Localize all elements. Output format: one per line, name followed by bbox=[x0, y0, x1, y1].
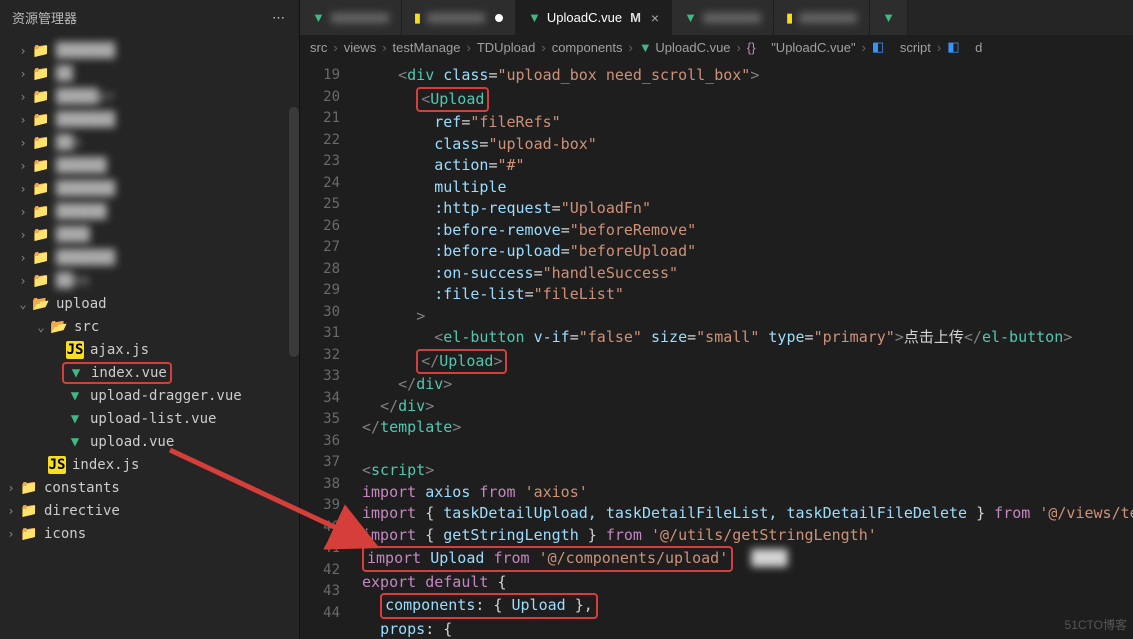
tree-folder[interactable]: ›📁███████ bbox=[0, 39, 299, 62]
tree-folder[interactable]: ›📁██████ bbox=[0, 200, 299, 223]
tab[interactable]: ▼ bbox=[672, 0, 774, 35]
tab[interactable]: ▮ bbox=[402, 0, 516, 35]
line-gutter: 19 20 21 22 23 24 25 26 27 28 29 30 31 3… bbox=[300, 65, 362, 639]
tree-folder[interactable]: ›📁████ bbox=[0, 223, 299, 246]
tree-file-upload[interactable]: ▼ upload.vue bbox=[0, 430, 299, 453]
tree-folder-upload[interactable]: ⌄📂 upload bbox=[0, 292, 299, 315]
tree-folder[interactable]: ›📁directive bbox=[0, 499, 299, 522]
tree-folder[interactable]: ›📁█████er bbox=[0, 85, 299, 108]
file-tree: ›📁███████ ›📁██ ›📁█████er ›📁███████ ›📁██n… bbox=[0, 35, 299, 639]
code-content[interactable]: <div class="upload_box need_scroll_box">… bbox=[362, 65, 1133, 639]
file-label: upload-dragger.vue bbox=[90, 388, 242, 404]
tab-active[interactable]: ▼ UploadC.vue M × bbox=[516, 0, 672, 35]
folder-label: upload bbox=[56, 296, 107, 312]
watermark: 51CTO博客 bbox=[1065, 616, 1127, 633]
tree-folder[interactable]: ›📁███████ bbox=[0, 246, 299, 269]
explorer-title: 资源管理器 bbox=[12, 8, 77, 27]
tree-folder[interactable]: ›📁██ee bbox=[0, 269, 299, 292]
vue-icon: ▼ bbox=[66, 410, 84, 428]
vue-icon: ▼ bbox=[67, 364, 85, 382]
tree-folder[interactable]: ›📁███████ bbox=[0, 108, 299, 131]
tree-file-list[interactable]: ▼ upload-list.vue bbox=[0, 407, 299, 430]
file-label: upload.vue bbox=[90, 434, 174, 450]
tree-folder-src[interactable]: ⌄📂 src bbox=[0, 315, 299, 338]
folder-label: src bbox=[74, 319, 99, 335]
tab[interactable]: ▼ bbox=[870, 0, 908, 35]
tab-bar: ▼ ▮ ▼ UploadC.vue M × ▼ ▮ ▼ bbox=[300, 0, 1133, 35]
tree-folder[interactable]: ›📁██ bbox=[0, 62, 299, 85]
modified-indicator: M bbox=[630, 10, 641, 25]
tree-file-indexjs[interactable]: JS index.js bbox=[0, 453, 299, 476]
sidebar: 资源管理器 ⋯ ›📁███████ ›📁██ ›📁█████er ›📁█████… bbox=[0, 0, 300, 639]
breadcrumb[interactable]: src› views› testManage› TDUpload› compon… bbox=[300, 35, 1133, 59]
tree-folder[interactable]: ›📁██n bbox=[0, 131, 299, 154]
code-editor[interactable]: 19 20 21 22 23 24 25 26 27 28 29 30 31 3… bbox=[300, 59, 1133, 639]
tree-folder[interactable]: ›📁███████ bbox=[0, 177, 299, 200]
tab[interactable]: ▼ bbox=[300, 0, 402, 35]
editor-area: ▼ ▮ ▼ UploadC.vue M × ▼ ▮ ▼ src› views› … bbox=[300, 0, 1133, 639]
file-label: ajax.js bbox=[90, 342, 149, 358]
tree-folder[interactable]: ›📁constants bbox=[0, 476, 299, 499]
vue-icon: ▼ bbox=[528, 10, 541, 25]
tab[interactable]: ▮ bbox=[774, 0, 870, 35]
more-icon[interactable]: ⋯ bbox=[272, 10, 287, 26]
tree-folder[interactable]: ›📁██████ bbox=[0, 154, 299, 177]
file-label: index.js bbox=[72, 457, 139, 473]
tree-folder[interactable]: ›📁icons bbox=[0, 522, 299, 545]
tab-label: UploadC.vue bbox=[547, 10, 622, 25]
tree-file-index-vue[interactable]: ▼ index.vue bbox=[0, 361, 299, 384]
close-icon[interactable]: × bbox=[651, 10, 659, 26]
tree-file-ajax[interactable]: JS ajax.js bbox=[0, 338, 299, 361]
file-label: index.vue bbox=[91, 365, 167, 381]
vue-icon: ▼ bbox=[66, 433, 84, 451]
file-label: upload-list.vue bbox=[90, 411, 216, 427]
vue-icon: ▼ bbox=[66, 387, 84, 405]
sidebar-header: 资源管理器 ⋯ bbox=[0, 0, 299, 35]
scrollbar[interactable] bbox=[289, 107, 299, 357]
tree-file-dragger[interactable]: ▼ upload-dragger.vue bbox=[0, 384, 299, 407]
